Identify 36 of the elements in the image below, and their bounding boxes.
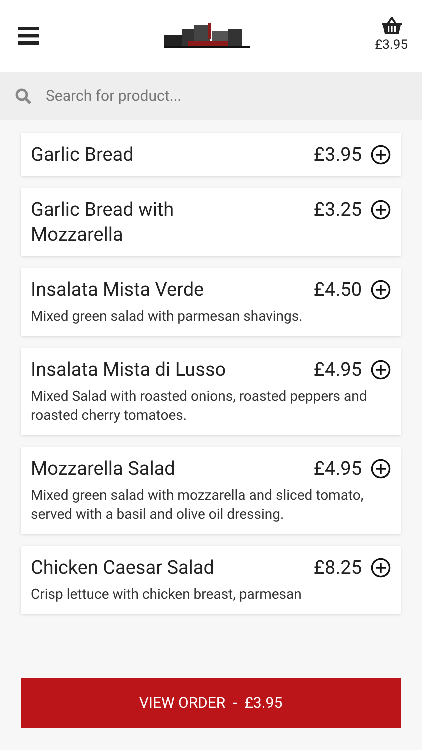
add-icon[interactable] xyxy=(371,200,391,220)
add-icon[interactable] xyxy=(371,280,391,300)
product-card[interactable]: Garlic Bread £3.95 xyxy=(21,133,401,176)
product-description: Mixed green salad with parmesan shavings. xyxy=(31,308,304,327)
search-bar[interactable]: Search for product... xyxy=(0,72,422,120)
product-price: £4.50 xyxy=(314,277,362,302)
view-order-button[interactable]: VIEW ORDER - £3.95 xyxy=(21,678,401,728)
product-name: Garlic Bread with Mozzarella xyxy=(31,197,176,247)
product-card[interactable]: Insalata Mista di Lusso £4.95 Mixed Salad with roasted onions, roasted peppers and roasted cherry tomatoes. xyxy=(21,348,401,435)
product-description: Mixed green salad with mozzarella and sliced tomato, served with a basil and olive oil dressing. xyxy=(31,487,365,525)
product-card[interactable]: Insalata Mista Verde £4.50 Mixed green salad with parmesan shavings. xyxy=(21,268,401,336)
add-icon[interactable] xyxy=(371,458,391,478)
product-name: Mozzarella Salad xyxy=(31,456,176,481)
menu-icon[interactable] xyxy=(18,27,39,45)
product-name: Insalata Mista di Lusso xyxy=(31,357,228,382)
product-description: Mixed Salad with roasted onions, roasted peppers and roasted cherry tomatoes. xyxy=(31,388,368,426)
add-icon[interactable] xyxy=(371,360,391,380)
product-price: £3.25 xyxy=(314,197,362,222)
product-name: Chicken Caesar Salad xyxy=(31,555,216,580)
basket-icon[interactable] xyxy=(382,16,402,34)
logo-icon xyxy=(164,23,250,49)
product-price: £4.95 xyxy=(314,357,362,382)
product-card[interactable]: Garlic Bread with Mozzarella £3.25 xyxy=(21,188,401,256)
product-price: £4.95 xyxy=(314,456,362,481)
cart-total: £3.95 xyxy=(375,36,408,55)
add-icon[interactable] xyxy=(371,144,391,164)
product-name: Garlic Bread xyxy=(31,142,135,167)
search-icon xyxy=(15,88,32,104)
product-name: Insalata Mista Verde xyxy=(31,277,206,302)
product-card[interactable]: Mozzarella Salad £4.95 Mixed green salad with mozzarella and sliced tomato, served with a basil and olive oil dressing. xyxy=(21,447,401,534)
add-icon[interactable] xyxy=(371,558,391,578)
product-description: Crisp lettuce with chicken breast, parmesan xyxy=(31,586,303,605)
product-price: £8.25 xyxy=(314,555,362,580)
product-price: £3.95 xyxy=(314,142,362,167)
search-field[interactable]: Search for product... xyxy=(46,84,407,108)
product-card[interactable]: Chicken Caesar Salad £8.25 Crisp lettuce with chicken breast, parmesan xyxy=(21,546,401,614)
